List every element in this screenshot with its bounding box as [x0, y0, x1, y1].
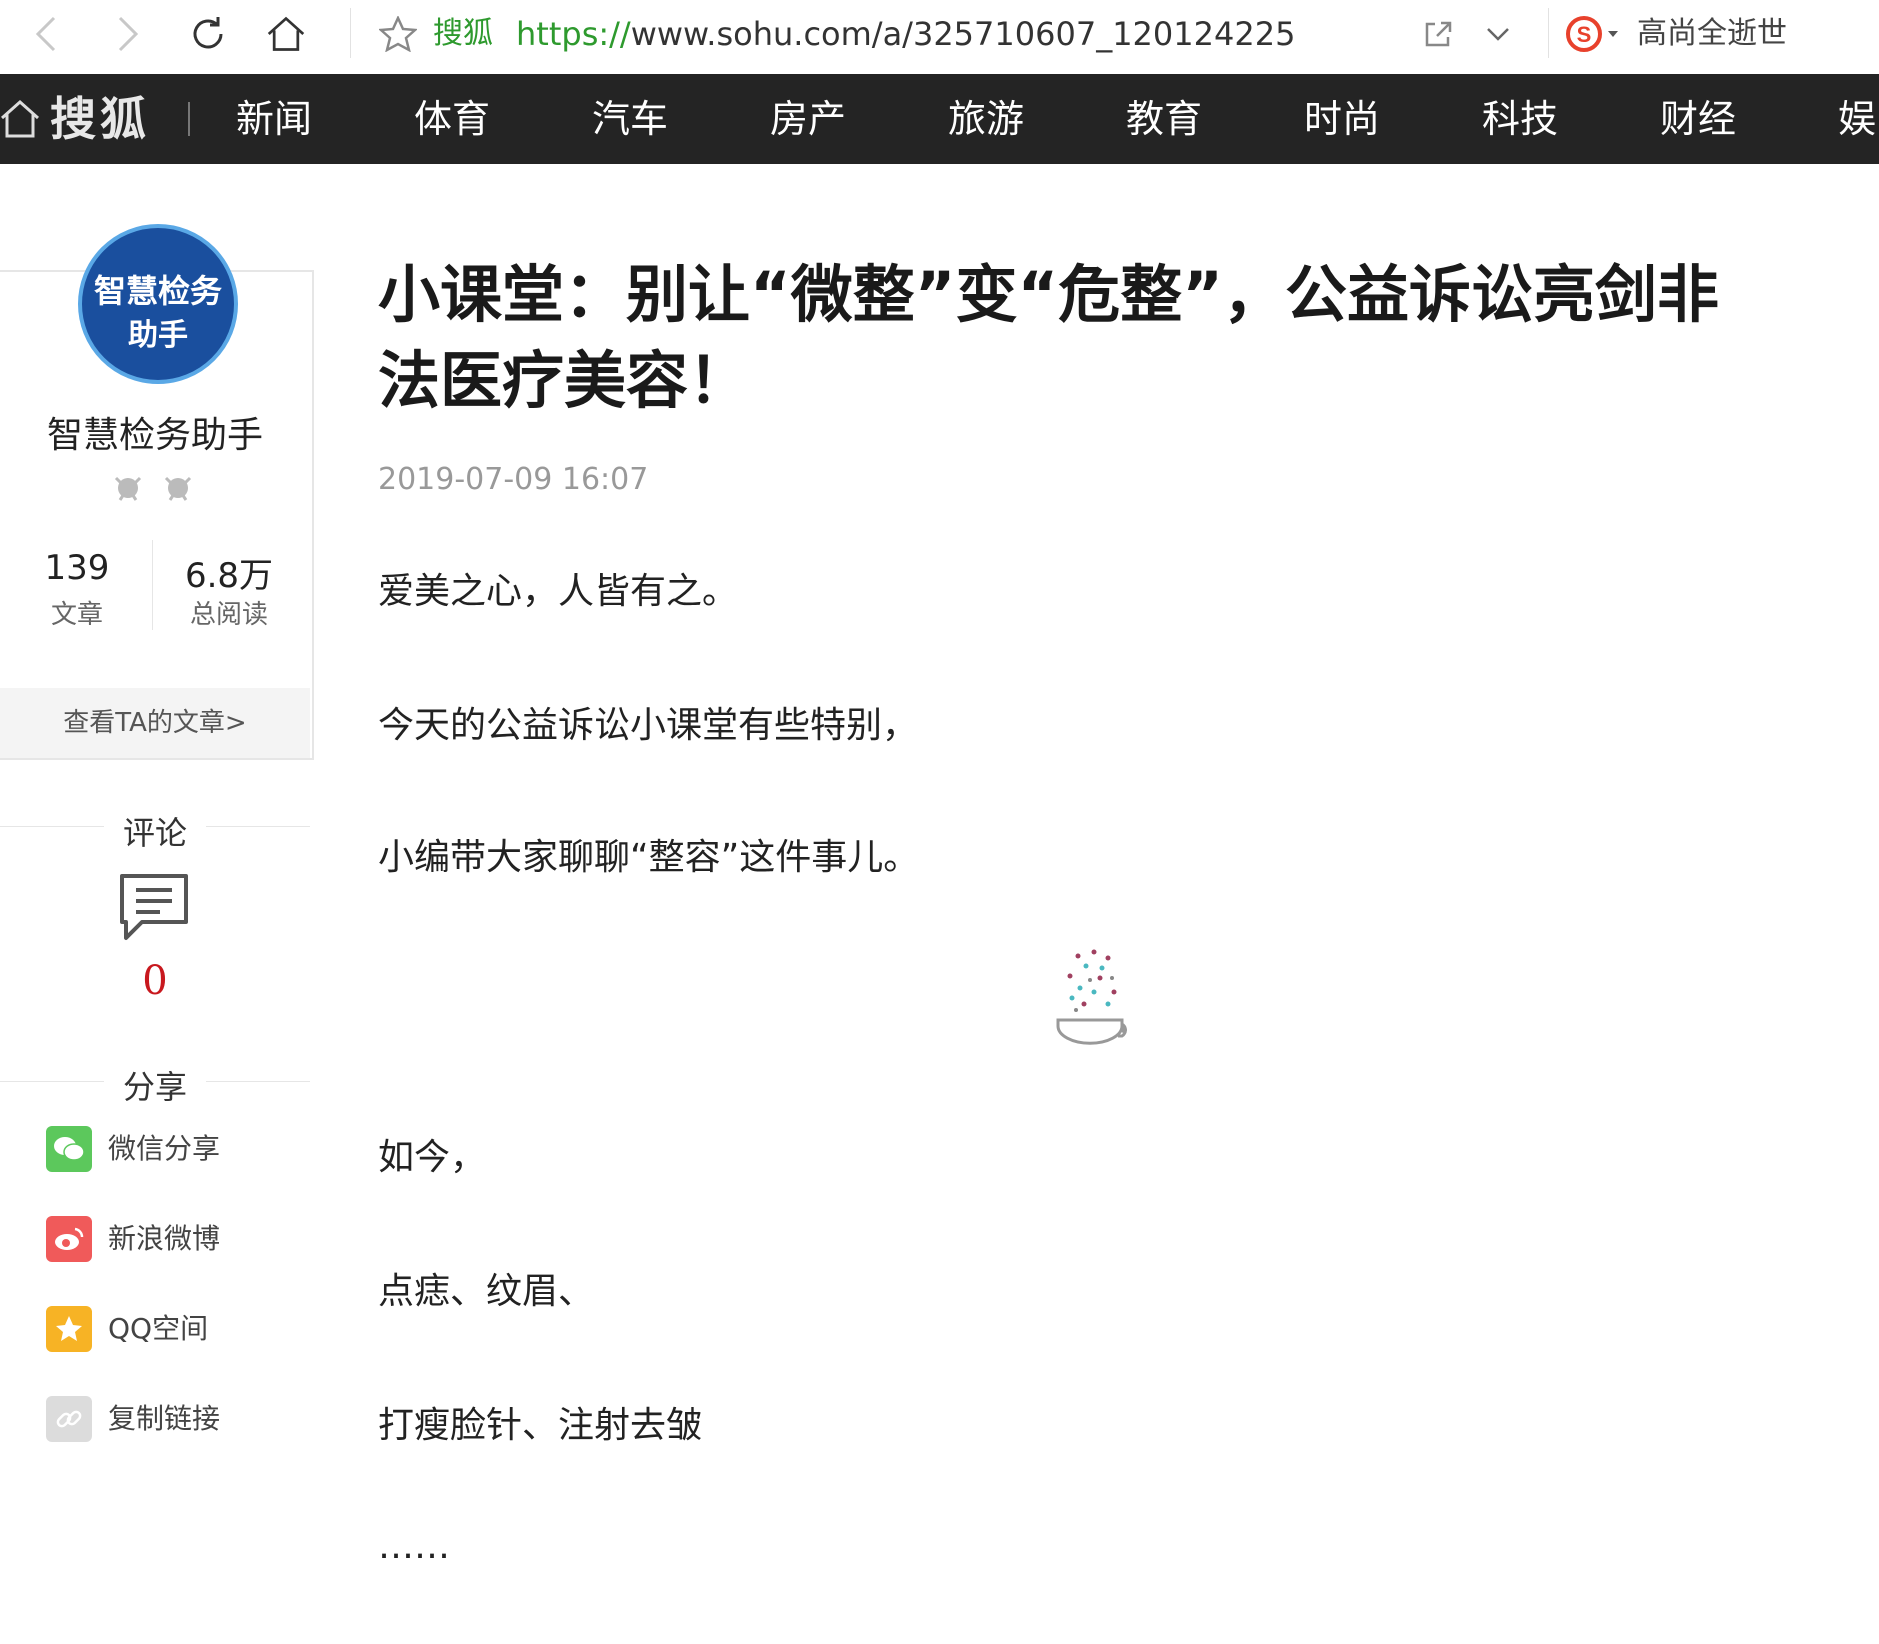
- medal-icon: [164, 476, 192, 501]
- nav-item-tech[interactable]: 科技: [1482, 74, 1558, 164]
- share-page-icon[interactable]: [1418, 12, 1458, 56]
- nav-item-news[interactable]: 新闻: [236, 74, 312, 164]
- share-qzone-button[interactable]: QQ空间: [46, 1306, 306, 1352]
- copy-link-label: 复制链接: [108, 1402, 221, 1435]
- nav-item-finance[interactable]: 财经: [1660, 74, 1736, 164]
- medal-icon: [114, 476, 142, 501]
- share-qzone-label: QQ空间: [108, 1312, 209, 1345]
- share-title: 分享: [122, 1068, 187, 1106]
- wechat-icon: [46, 1126, 92, 1172]
- forward-icon[interactable]: [108, 12, 148, 56]
- chevron-down-icon[interactable]: [1478, 12, 1518, 56]
- svg-text:S: S: [1577, 22, 1592, 47]
- reads-label: 总阅读: [189, 600, 268, 630]
- qzone-icon: [46, 1306, 92, 1352]
- bookmark-star-icon[interactable]: [378, 12, 418, 56]
- sogou-search-icon[interactable]: S: [1562, 12, 1622, 56]
- article-paragraph: 如今，: [378, 1137, 487, 1178]
- article-paragraph: 爱美之心，人皆有之。: [378, 571, 739, 612]
- author-name[interactable]: 智慧检务助手: [0, 406, 310, 458]
- share-wechat-button[interactable]: 微信分享: [46, 1126, 306, 1172]
- avatar-text: 助手: [128, 318, 188, 353]
- stat-divider: [152, 540, 153, 630]
- reload-icon[interactable]: [188, 12, 228, 56]
- nav-item-sports[interactable]: 体育: [414, 74, 490, 164]
- article-title: 小课堂：别让“微整”变“危整”，公益诉讼亮剑非法医疗美容！: [378, 258, 1719, 417]
- nav-divider: [188, 102, 190, 136]
- articles-label: 文章: [50, 600, 103, 630]
- article-paragraph: ……: [378, 1526, 450, 1567]
- comment-count[interactable]: 0: [0, 958, 310, 1004]
- sohu-logo[interactable]: 搜狐: [50, 74, 150, 164]
- article-paragraph: 点痣、纹眉、: [378, 1271, 595, 1312]
- nav-item-education[interactable]: 教育: [1126, 74, 1202, 164]
- toolbar-divider: [350, 8, 351, 58]
- address-bar[interactable]: https://www.sohu.com/a/325710607_1201242…: [516, 12, 1295, 56]
- copy-link-button[interactable]: 复制链接: [46, 1396, 306, 1442]
- browser-toolbar: 搜狐 https://www.sohu.com/a/325710607_1201…: [0, 0, 1879, 74]
- link-icon: [46, 1396, 92, 1442]
- nav-item-entertainment[interactable]: 娱: [1838, 74, 1876, 164]
- nav-item-auto[interactable]: 汽车: [592, 74, 668, 164]
- article-paragraph: 今天的公益诉讼小课堂有些特别，: [378, 705, 919, 746]
- view-author-articles-link[interactable]: 查看TA的文章>: [0, 688, 310, 758]
- url-scheme: https://: [516, 15, 631, 53]
- nav-item-fashion[interactable]: 时尚: [1304, 74, 1380, 164]
- medal-icons: [108, 470, 204, 510]
- share-wechat-label: 微信分享: [108, 1132, 221, 1165]
- toolbar-divider: [1548, 8, 1549, 58]
- home-icon[interactable]: [0, 98, 40, 144]
- site-nav-bar: 搜狐 新闻 体育 汽车 房产 旅游 教育 时尚 科技 财经 娱: [0, 74, 1879, 164]
- coffee-cup-illustration: [1050, 948, 1140, 1058]
- author-avatar[interactable]: 智慧检务 助手: [78, 224, 238, 384]
- article-paragraph: 打瘦脸针、注射去皱: [378, 1405, 703, 1446]
- site-name-label: 搜狐: [433, 16, 493, 51]
- weibo-icon: [46, 1216, 92, 1262]
- back-icon[interactable]: [26, 12, 66, 56]
- share-weibo-button[interactable]: 新浪微博: [46, 1216, 306, 1262]
- article-paragraph: 小编带大家聊聊“整容”这件事儿。: [378, 837, 920, 878]
- home-icon[interactable]: [266, 12, 306, 56]
- comments-title: 评论: [122, 814, 187, 852]
- reads-count: 6.8万: [184, 556, 274, 596]
- nav-item-travel[interactable]: 旅游: [948, 74, 1024, 164]
- avatar-text: 智慧检务: [93, 272, 222, 310]
- articles-count: 139: [44, 548, 110, 588]
- search-suggestion[interactable]: 高尚全逝世: [1637, 12, 1787, 56]
- share-weibo-label: 新浪微博: [108, 1222, 221, 1255]
- comment-icon[interactable]: [118, 872, 190, 944]
- nav-item-realestate[interactable]: 房产: [770, 74, 846, 164]
- url-path: www.sohu.com/a/325710607_120124225: [630, 15, 1296, 53]
- publish-date: 2019-07-09 16:07: [378, 462, 649, 497]
